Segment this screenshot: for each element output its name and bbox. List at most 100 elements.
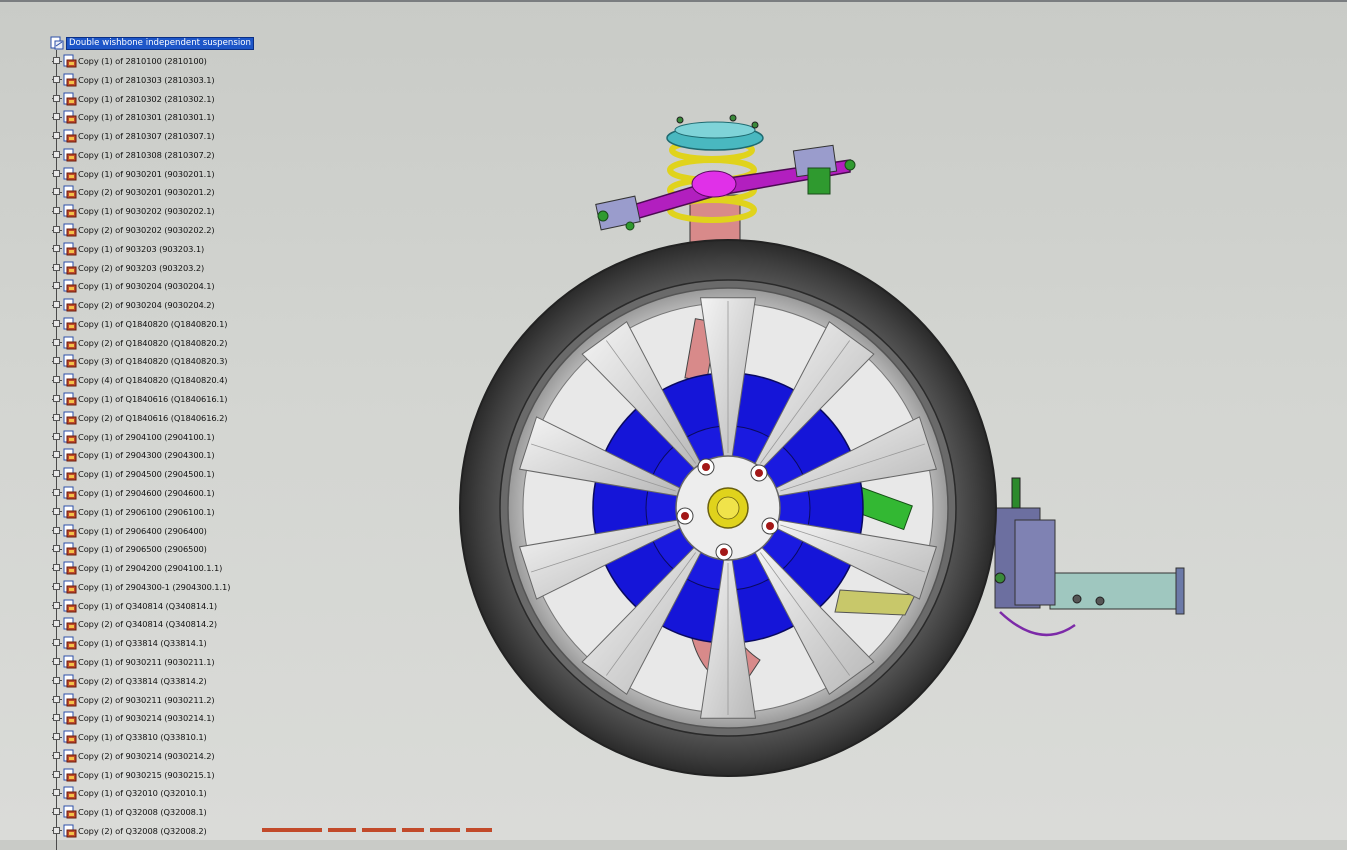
lower-control-arm-assembly[interactable] (994, 477, 1185, 637)
expand-plus-icon[interactable] (53, 526, 60, 534)
product-part-icon (63, 317, 77, 331)
specification-tree[interactable]: Double wishbone independent suspension C… (46, 34, 346, 850)
tree-item[interactable]: Copy (1) of 2810307 (2810307.1) (52, 127, 215, 145)
tree-item-label: Copy (1) of 2810308 (2810307.2) (78, 149, 215, 160)
tree-item[interactable]: Copy (2) of Q32008 (Q32008.2) (52, 822, 207, 840)
product-part-icon (63, 298, 77, 312)
tree-item[interactable]: Copy (2) of 9030201 (9030201.2) (52, 183, 215, 201)
tree-item[interactable]: Copy (2) of Q33814 (Q33814.2) (52, 672, 207, 690)
expand-plus-icon[interactable] (53, 132, 60, 140)
tree-item[interactable]: Copy (4) of Q1840820 (Q1840820.4) (52, 371, 228, 389)
expand-plus-icon[interactable] (53, 319, 60, 327)
tree-item[interactable]: Copy (1) of 2810301 (2810301.1) (52, 108, 215, 126)
expand-plus-icon[interactable] (53, 601, 60, 609)
product-part-icon (63, 824, 77, 838)
expand-plus-icon[interactable] (53, 75, 60, 83)
expand-plus-icon[interactable] (53, 451, 60, 459)
tree-item[interactable]: Copy (1) of Q1840820 (Q1840820.1) (52, 315, 228, 333)
wheel-assembly[interactable] (459, 239, 997, 777)
tree-item[interactable]: Copy (2) of Q340814 (Q340814.2) (52, 615, 217, 633)
expand-plus-icon[interactable] (53, 207, 60, 215)
expand-plus-icon[interactable] (53, 113, 60, 121)
expand-plus-icon[interactable] (53, 582, 60, 590)
tree-item[interactable]: Copy (1) of 9030202 (9030202.1) (52, 202, 215, 220)
expand-plus-icon[interactable] (53, 676, 60, 684)
tree-item[interactable]: Copy (1) of 2904100 (2904100.1) (52, 428, 215, 446)
tree-item[interactable]: Copy (1) of Q340814 (Q340814.1) (52, 597, 217, 615)
tree-item[interactable]: Copy (2) of Q1840616 (Q1840616.2) (52, 409, 228, 427)
expand-plus-icon[interactable] (53, 263, 60, 271)
tree-item[interactable]: Copy (1) of 2906400 (2906400) (52, 522, 207, 540)
tree-item[interactable]: Copy (3) of Q1840820 (Q1840820.3) (52, 352, 228, 370)
expand-plus-icon[interactable] (53, 564, 60, 572)
tree-item[interactable]: Copy (1) of 2904500 (2904500.1) (52, 465, 215, 483)
expand-plus-icon[interactable] (53, 226, 60, 234)
tree-item[interactable]: Copy (2) of Q1840820 (Q1840820.2) (52, 334, 228, 352)
expand-plus-icon[interactable] (53, 413, 60, 421)
tree-item-label: Copy (1) of 9030201 (9030201.1) (78, 168, 215, 179)
tree-item[interactable]: Copy (1) of Q32010 (Q32010.1) (52, 784, 207, 802)
expand-plus-icon[interactable] (53, 507, 60, 515)
expand-plus-icon[interactable] (53, 169, 60, 177)
tree-item[interactable]: Copy (1) of 2904300-1 (2904300.1.1) (52, 578, 230, 596)
expand-plus-icon[interactable] (53, 488, 60, 496)
tree-item[interactable]: Copy (1) of 2906500 (2906500) (52, 540, 207, 558)
expand-plus-icon[interactable] (53, 376, 60, 384)
expand-plus-icon[interactable] (53, 733, 60, 741)
expand-plus-icon[interactable] (53, 789, 60, 797)
tree-item[interactable]: Copy (2) of 9030202 (9030202.2) (52, 221, 215, 239)
expand-plus-icon[interactable] (53, 338, 60, 346)
expand-plus-icon[interactable] (53, 432, 60, 440)
tree-item[interactable]: Copy (1) of 2904200 (2904100.1.1) (52, 559, 222, 577)
expand-plus-icon[interactable] (53, 639, 60, 647)
expand-plus-icon[interactable] (53, 545, 60, 553)
expand-plus-icon[interactable] (53, 751, 60, 759)
expand-plus-icon[interactable] (53, 695, 60, 703)
tree-item[interactable]: Copy (1) of 903203 (903203.1) (52, 240, 204, 258)
expand-plus-icon[interactable] (53, 244, 60, 252)
tree-item[interactable]: Copy (1) of 2810302 (2810302.1) (52, 90, 215, 108)
expand-plus-icon[interactable] (53, 620, 60, 628)
expand-plus-icon[interactable] (53, 826, 60, 834)
expand-plus-icon[interactable] (53, 188, 60, 196)
expand-plus-icon[interactable] (53, 714, 60, 722)
tree-item[interactable]: Copy (1) of 9030204 (9030204.1) (52, 277, 215, 295)
tree-item[interactable]: Copy (1) of 9030211 (9030211.1) (52, 653, 215, 671)
expand-plus-icon[interactable] (53, 57, 60, 64)
tree-item-label: Copy (1) of Q33810 (Q33810.1) (78, 732, 207, 743)
tree-item[interactable]: Copy (2) of 903203 (903203.2) (52, 259, 204, 277)
product-part-icon (63, 54, 77, 68)
tree-root-node[interactable]: Double wishbone independent suspension (50, 34, 254, 52)
tree-item[interactable]: Copy (1) of Q1840616 (Q1840616.1) (52, 390, 228, 408)
tree-item[interactable]: Copy (2) of 9030214 (9030214.2) (52, 747, 215, 765)
tree-item[interactable]: Copy (1) of Q32008 (Q32008.1) (52, 803, 207, 821)
expand-plus-icon[interactable] (53, 282, 60, 290)
expand-plus-icon[interactable] (53, 808, 60, 816)
tree-item[interactable]: Copy (1) of 2906100 (2906100.1) (52, 503, 215, 521)
tree-item-label: Copy (1) of 2904600 (2904600.1) (78, 487, 215, 498)
tree-item[interactable]: Copy (1) of 2904300 (2904300.1) (52, 446, 215, 464)
tree-item-label: Copy (1) of Q33814 (Q33814.1) (78, 638, 207, 649)
tree-item[interactable]: Copy (1) of 9030215 (9030215.1) (52, 766, 215, 784)
tree-item[interactable]: Copy (1) of 9030214 (9030214.1) (52, 709, 215, 727)
expand-plus-icon[interactable] (53, 357, 60, 365)
tree-item[interactable]: Copy (2) of 9030204 (9030204.2) (52, 296, 215, 314)
tree-item-label: Copy (1) of Q1840820 (Q1840820.1) (78, 318, 228, 329)
tree-item[interactable]: Copy (1) of Q33814 (Q33814.1) (52, 634, 207, 652)
tree-item[interactable]: Copy (1) of 2904600 (2904600.1) (52, 484, 215, 502)
expand-plus-icon[interactable] (53, 301, 60, 309)
expand-plus-icon[interactable] (53, 94, 60, 102)
tree-item[interactable]: Copy (1) of 2810100 (2810100) (52, 52, 207, 70)
tree-item[interactable]: Copy (1) of 9030201 (9030201.1) (52, 165, 215, 183)
3d-viewport[interactable] (440, 90, 1220, 790)
tree-item[interactable]: Copy (1) of 2810303 (2810303.1) (52, 71, 215, 89)
tree-item[interactable]: Copy (2) of 9030211 (9030211.2) (52, 691, 215, 709)
tree-item[interactable]: Copy (1) of Q33810 (Q33810.1) (52, 728, 207, 746)
tree-root-label[interactable]: Double wishbone independent suspension (66, 36, 254, 50)
tree-item[interactable]: Copy (1) of 2810308 (2810307.2) (52, 146, 215, 164)
expand-plus-icon[interactable] (53, 657, 60, 665)
expand-plus-icon[interactable] (53, 470, 60, 478)
expand-plus-icon[interactable] (53, 395, 60, 403)
expand-plus-icon[interactable] (53, 150, 60, 158)
expand-plus-icon[interactable] (53, 770, 60, 778)
